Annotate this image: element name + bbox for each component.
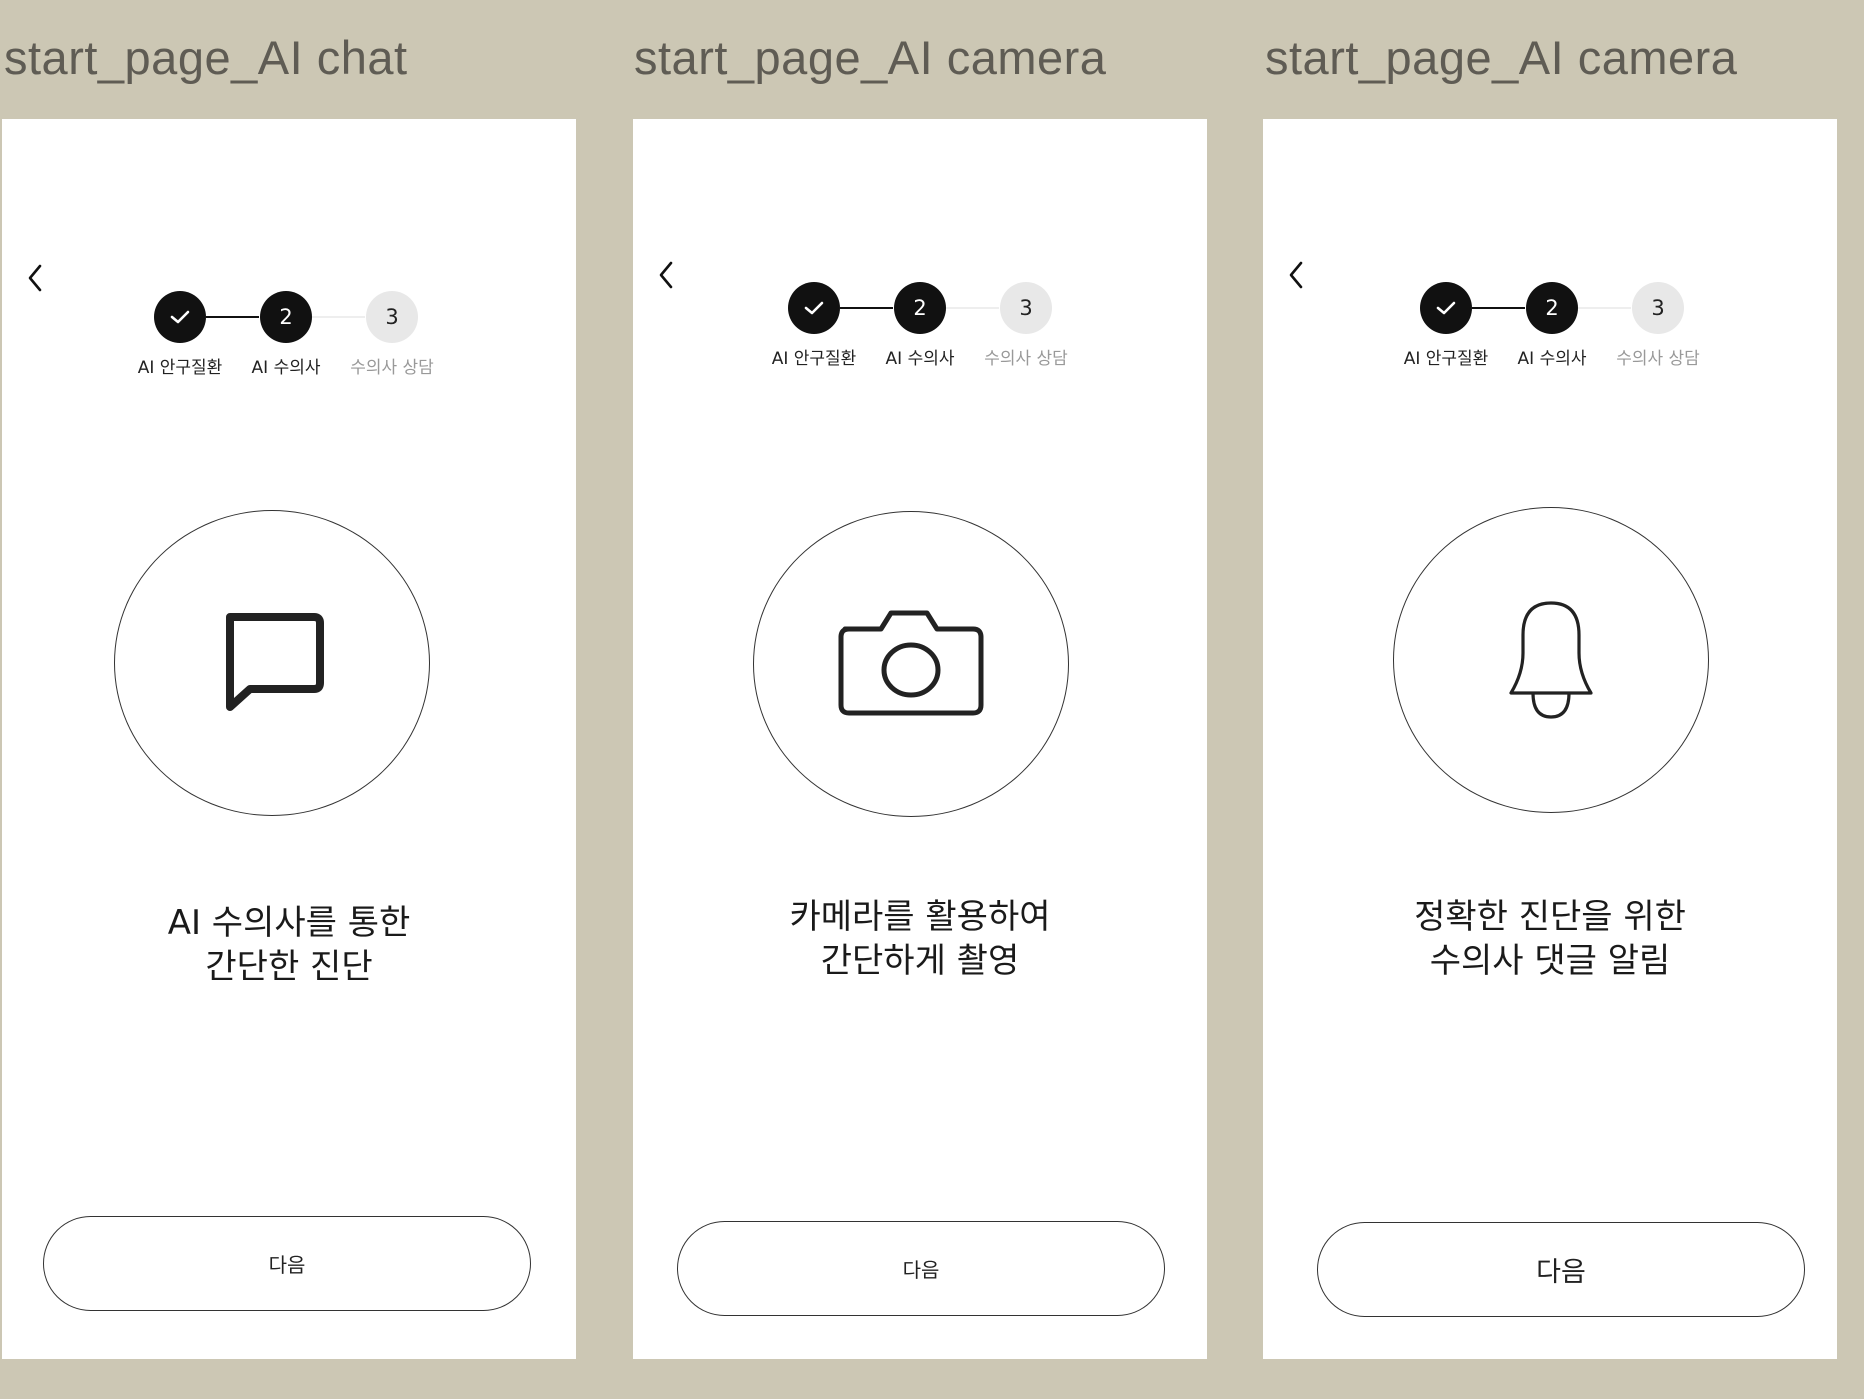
progress-stepper: 2 3 AI 안구질환 AI 수의사 수의사 상담 [1404,282,1738,382]
step-1-circle [154,291,206,343]
step-1-circle [1420,282,1472,334]
frame-title-ai-camera: start_page_AI camera [1265,31,1738,84]
caption-line-1: AI 수의사를 통한 [167,903,411,943]
step-1-label: AI 안구질환 [771,349,857,369]
bell-icon [1509,601,1593,719]
back-chevron-icon[interactable] [1285,258,1307,292]
feature-icon-circle [1393,507,1709,813]
step-2-circle: 2 [260,291,312,343]
step-1-label: AI 안구질환 [1403,349,1489,369]
feature-icon-circle [753,511,1069,817]
step-3-circle: 3 [1000,282,1052,334]
screen-ai-notification: 2 3 AI 안구질환 AI 수의사 수의사 상담 정확한 진단을 위한 수의사… [1263,119,1837,1359]
caption-line-1: 정확한 진단을 위한 [1414,897,1686,937]
step-connector-done [840,307,893,309]
step-3-label: 수의사 상담 [1616,349,1700,369]
back-chevron-icon[interactable] [655,258,677,292]
caption-line-1: 카메라를 활용하여 [789,897,1051,937]
check-icon [804,301,824,315]
frame-title-ai-camera: start_page_AI camera [634,31,1107,84]
caption-line-2: 간단한 진단 [205,947,373,987]
feature-caption: 카메라를 활용하여 간단하게 촬영 [633,895,1207,983]
screen-ai-chat: 2 3 AI 안구질환 AI 수의사 수의사 상담 AI 수의사를 통한 간단한… [2,119,576,1359]
step-connector-todo [946,307,999,309]
step-3-label: 수의사 상담 [984,349,1068,369]
chat-bubble-icon [226,613,324,711]
step-2-circle: 2 [894,282,946,334]
step-1-circle [788,282,840,334]
step-2-label: AI 수의사 [251,358,321,378]
next-button[interactable]: 다음 [677,1221,1165,1316]
check-icon [170,310,190,324]
check-icon [1436,301,1456,315]
screen-ai-camera: 2 3 AI 안구질환 AI 수의사 수의사 상담 카메라를 활용하여 간단하게… [633,119,1207,1359]
next-button[interactable]: 다음 [1317,1222,1805,1317]
feature-caption: 정확한 진단을 위한 수의사 댓글 알림 [1263,895,1837,983]
step-2-circle: 2 [1526,282,1578,334]
step-3-circle: 3 [1632,282,1684,334]
caption-line-2: 수의사 댓글 알림 [1429,941,1671,981]
step-connector-done [206,316,259,318]
step-connector-done [1472,307,1525,309]
frame-title-ai-chat: start_page_AI chat [4,31,408,84]
step-connector-todo [312,316,365,318]
camera-icon [838,610,984,716]
step-3-circle: 3 [366,291,418,343]
step-2-label: AI 수의사 [1517,349,1587,369]
feature-caption: AI 수의사를 통한 간단한 진단 [2,901,576,989]
caption-line-2: 간단하게 촬영 [820,941,1020,981]
step-2-label: AI 수의사 [885,349,955,369]
step-connector-todo [1578,307,1631,309]
next-button[interactable]: 다음 [43,1216,531,1311]
feature-icon-circle [114,510,430,816]
progress-stepper: 2 3 AI 안구질환 AI 수의사 수의사 상담 [772,282,1106,382]
step-1-label: AI 안구질환 [137,358,223,378]
step-3-label: 수의사 상담 [350,358,434,378]
back-chevron-icon[interactable] [24,261,46,295]
progress-stepper: 2 3 AI 안구질환 AI 수의사 수의사 상담 [138,291,472,391]
